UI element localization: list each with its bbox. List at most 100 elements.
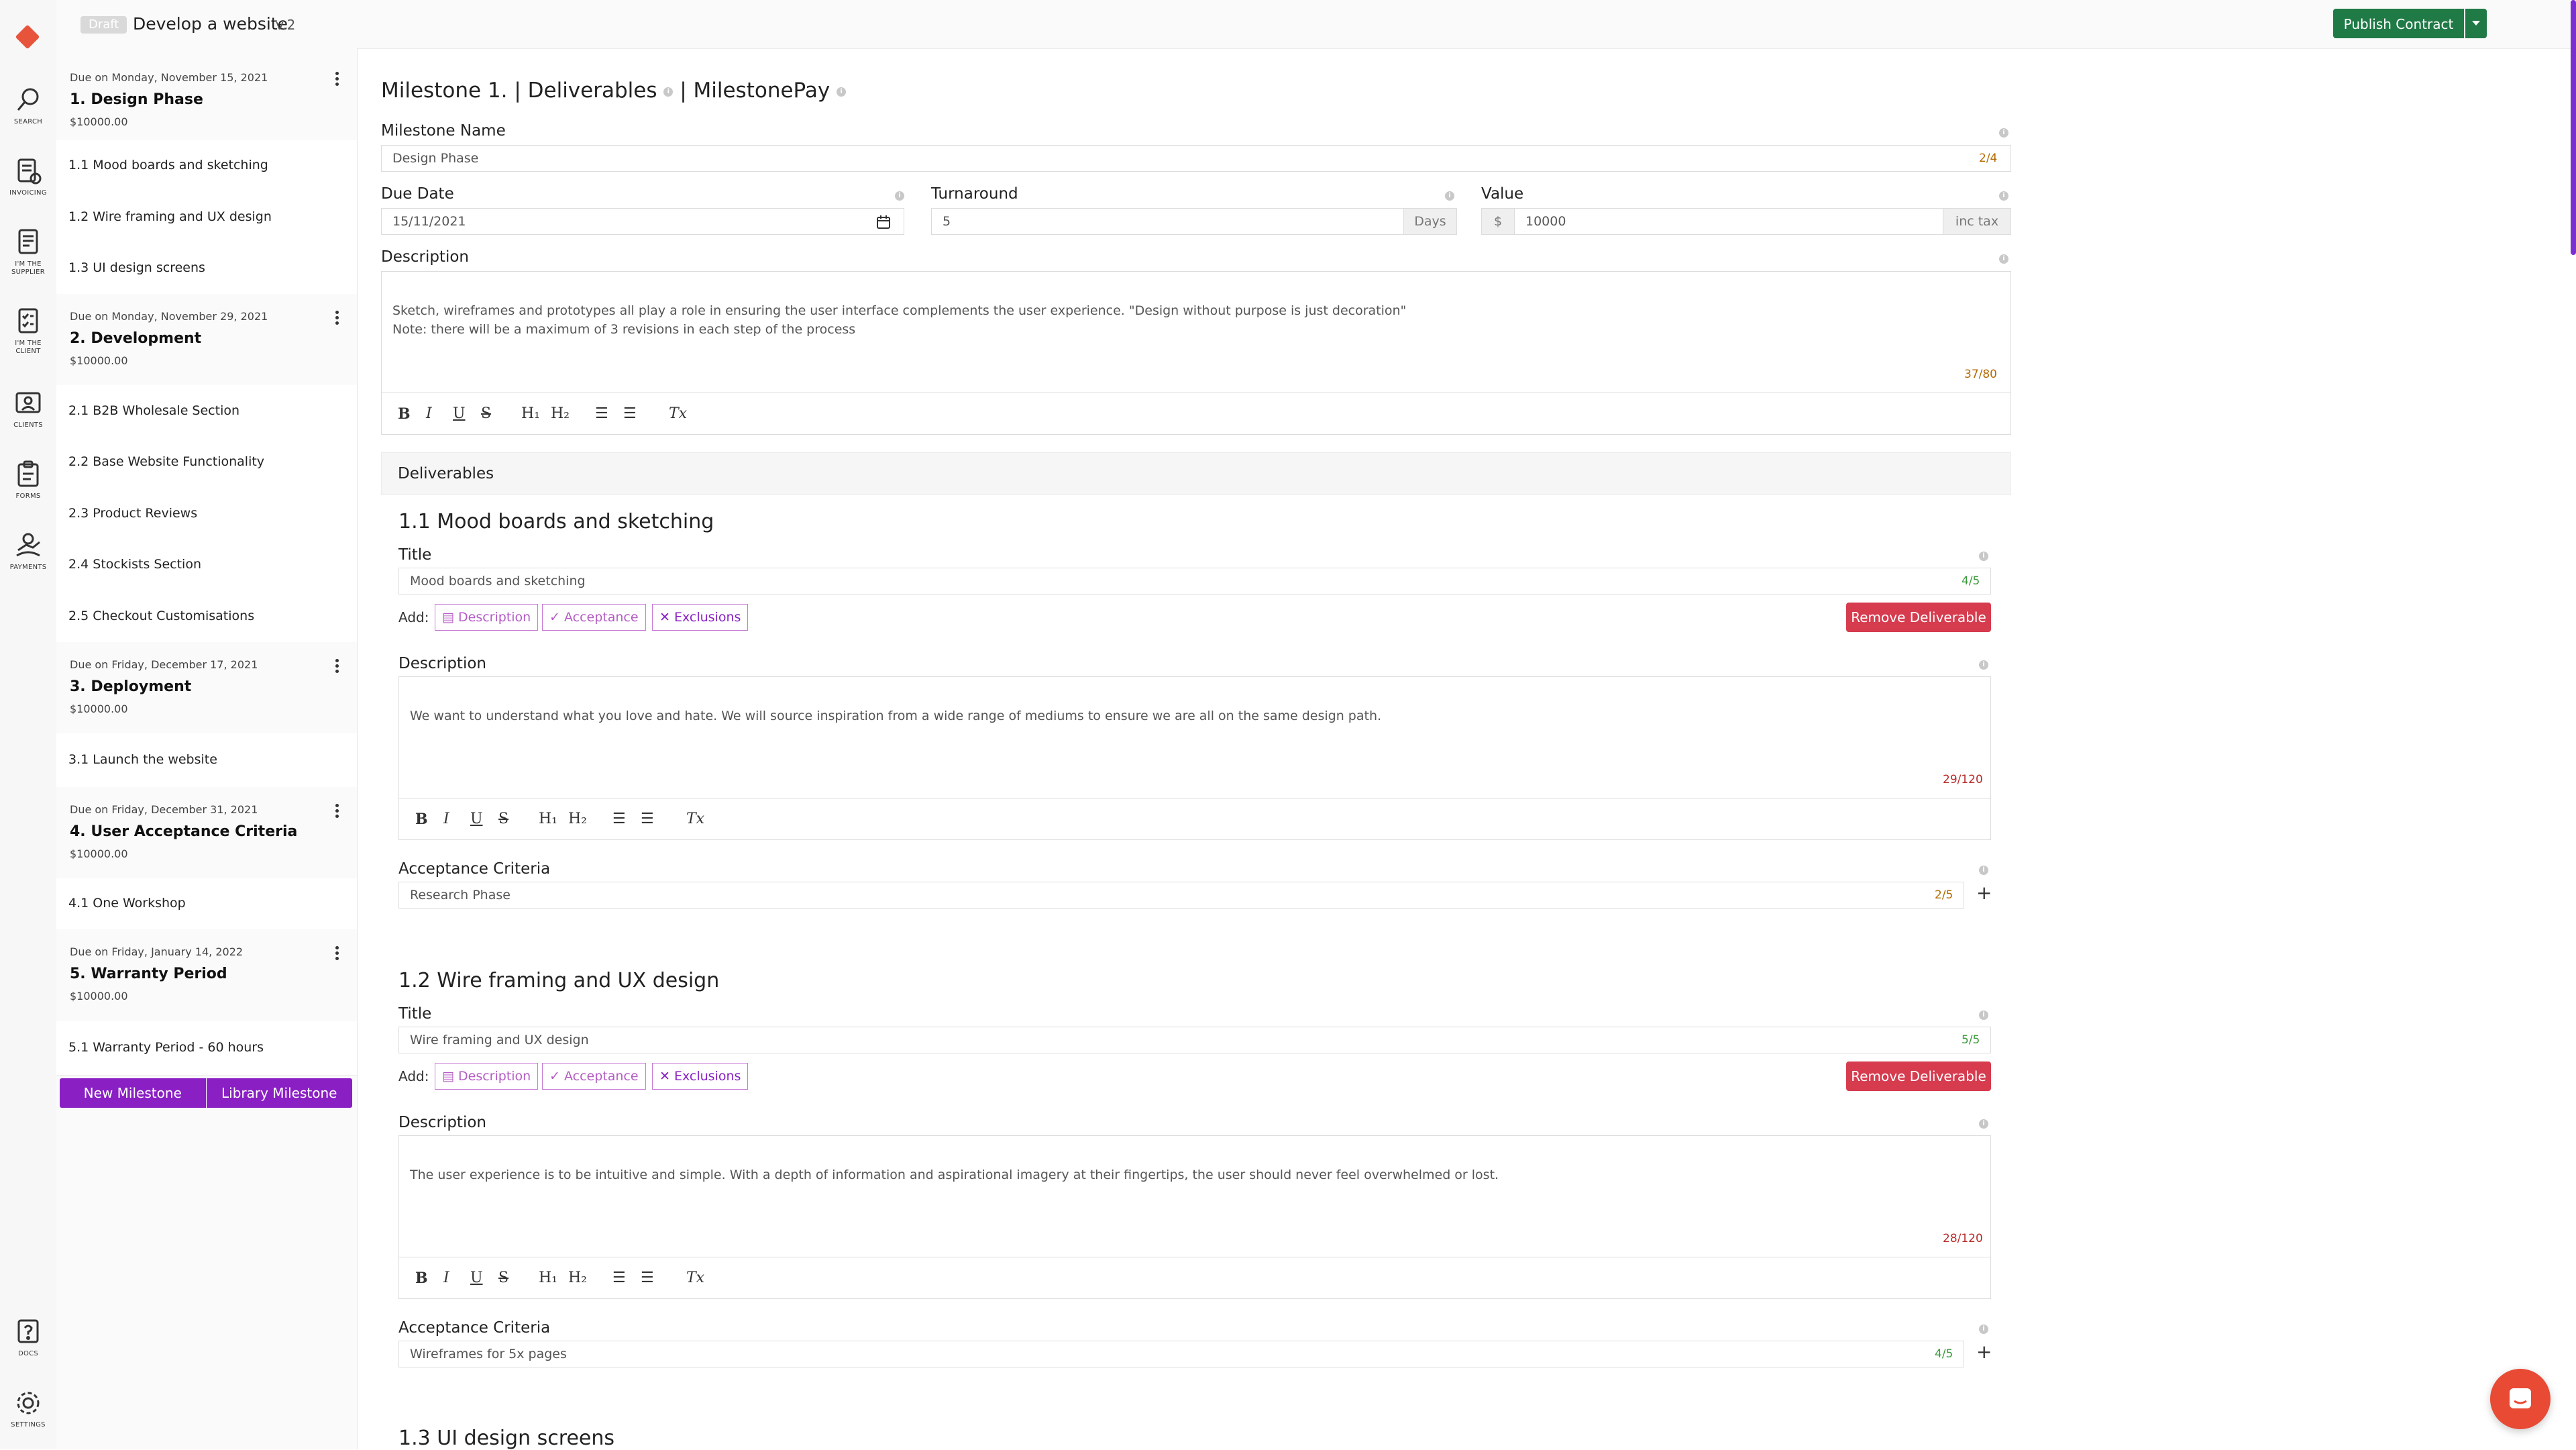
sidebar-deliverable-1-1[interactable]: 1.1 Mood boards and sketching <box>56 140 357 192</box>
milestone-menu-icon[interactable] <box>330 70 343 90</box>
info-icon[interactable]: i <box>895 191 904 201</box>
tab-milestone-pay[interactable]: MilestonePay <box>694 79 830 103</box>
sidebar-deliverable-3-1[interactable]: 3.1 Launch the website <box>56 733 357 788</box>
bold-button[interactable]: B <box>415 1270 428 1287</box>
sidebar-deliverable-1-3[interactable]: 1.3 UI design screens <box>56 243 357 295</box>
heading1-button[interactable]: H₁ <box>539 1270 557 1286</box>
info-icon[interactable]: i <box>1979 660 1988 670</box>
underline-button[interactable]: U <box>453 405 466 422</box>
ordered-list-icon[interactable]: ☰ <box>612 811 626 827</box>
publish-contract-button[interactable]: Publish Contract <box>2333 9 2464 38</box>
library-milestone-button[interactable]: Library Milestone <box>206 1078 352 1108</box>
add-criteria-plus-icon[interactable]: + <box>1976 1341 1992 1363</box>
info-icon[interactable]: i <box>1979 1011 1988 1020</box>
info-icon[interactable]: i <box>1979 552 1988 561</box>
brand-logo-icon[interactable] <box>13 23 42 51</box>
due-date-input[interactable]: 15/11/2021 <box>381 208 904 235</box>
ordered-list-icon[interactable]: ☰ <box>612 1270 626 1286</box>
rail-payments[interactable]: Payments <box>0 530 56 572</box>
milestone-menu-icon[interactable] <box>330 657 343 677</box>
publish-dropdown-chevron-icon[interactable] <box>2465 9 2487 38</box>
page-scrollbar[interactable] <box>2571 0 2576 255</box>
milestone-menu-icon[interactable] <box>330 802 343 822</box>
rail-forms[interactable]: Forms <box>0 459 56 501</box>
milestone-menu-icon[interactable] <box>330 309 343 329</box>
info-icon[interactable]: i <box>1445 191 1454 201</box>
info-icon[interactable]: i <box>837 87 847 97</box>
rail-search[interactable]: Search <box>0 85 56 126</box>
italic-button[interactable]: I <box>426 405 432 422</box>
info-icon[interactable]: i <box>1979 1119 1988 1129</box>
milestone-menu-icon[interactable] <box>330 944 343 964</box>
deliverable-title-input[interactable]: Mood boards and sketching <box>398 568 1991 594</box>
strikethrough-button[interactable]: S <box>481 405 491 422</box>
rail-supplier[interactable]: I'm the supplier <box>0 227 56 276</box>
strikethrough-button[interactable]: S <box>498 1270 508 1286</box>
sidebar-deliverable-2-4[interactable]: 2.4 Stockists Section <box>56 539 357 591</box>
sidebar-deliverable-4-1[interactable]: 4.1 One Workshop <box>56 878 357 930</box>
heading2-button[interactable]: H₂ <box>551 405 570 422</box>
sidebar-deliverable-2-1[interactable]: 2.1 B2B Wholesale Section <box>56 385 357 437</box>
bold-button[interactable]: B <box>398 405 411 423</box>
acceptance-criteria-input[interactable]: Research Phase <box>398 882 1964 909</box>
sidebar-deliverable-2-5[interactable]: 2.5 Checkout Customisations <box>56 590 357 643</box>
bullet-list-icon[interactable]: ☰ <box>641 811 654 827</box>
info-icon[interactable]: i <box>1999 254 2008 264</box>
info-icon[interactable]: i <box>663 87 674 97</box>
acceptance-criteria-input[interactable]: Wireframes for 5x pages <box>398 1341 1964 1367</box>
heading2-button[interactable]: H₂ <box>568 811 587 827</box>
milestone-card-1[interactable]: Due on Monday, November 15, 2021 1. Desi… <box>56 56 357 141</box>
add-acceptance-button[interactable]: ✓ Acceptance <box>542 604 646 631</box>
rail-invoicing[interactable]: Invoicing <box>0 156 56 197</box>
clear-format-icon[interactable]: Tx <box>669 405 687 422</box>
rail-docs[interactable]: Docs <box>0 1316 56 1358</box>
bold-button[interactable]: B <box>415 811 428 828</box>
underline-button[interactable]: U <box>470 1270 483 1286</box>
milestone-card-4[interactable]: Due on Friday, December 31, 2021 4. User… <box>56 787 357 879</box>
tab-deliverables[interactable]: Deliverables <box>528 79 657 103</box>
value-input[interactable]: 10000 <box>1514 208 1943 235</box>
info-icon[interactable]: i <box>1999 191 2008 201</box>
add-acceptance-button[interactable]: ✓ Acceptance <box>542 1063 646 1090</box>
remove-deliverable-button[interactable]: Remove Deliverable <box>1846 603 1991 632</box>
add-criteria-plus-icon[interactable]: + <box>1976 882 1992 904</box>
contract-title[interactable]: Develop a website <box>133 14 288 34</box>
info-icon[interactable]: i <box>1979 866 1988 875</box>
add-description-button[interactable]: ▤ Description <box>435 604 539 631</box>
bullet-list-icon[interactable]: ☰ <box>641 1270 654 1286</box>
heading1-button[interactable]: H₁ <box>521 405 540 422</box>
add-exclusions-button[interactable]: ✕ Exclusions <box>652 1063 749 1090</box>
milestone-card-2[interactable]: Due on Monday, November 29, 2021 2. Deve… <box>56 294 357 386</box>
milestone-card-5[interactable]: Due on Friday, January 14, 2022 5. Warra… <box>56 929 357 1022</box>
italic-button[interactable]: I <box>443 1270 449 1286</box>
deliverable-description-editor[interactable]: We want to understand what you love and … <box>398 676 1991 798</box>
add-description-button[interactable]: ▤ Description <box>435 1063 539 1090</box>
sidebar-deliverable-1-2[interactable]: 1.2 Wire framing and UX design <box>56 191 357 244</box>
remove-deliverable-button[interactable]: Remove Deliverable <box>1846 1061 1991 1091</box>
heading1-button[interactable]: H₁ <box>539 811 557 827</box>
sidebar-deliverable-2-3[interactable]: 2.3 Product Reviews <box>56 488 357 540</box>
sidebar-deliverable-2-2[interactable]: 2.2 Base Website Functionality <box>56 437 357 488</box>
turnaround-input[interactable]: 5 <box>931 208 1404 235</box>
underline-button[interactable]: U <box>470 811 483 827</box>
rail-settings[interactable]: Settings <box>0 1388 56 1429</box>
clear-format-icon[interactable]: Tx <box>686 811 704 827</box>
bullet-list-icon[interactable]: ☰ <box>623 405 637 422</box>
add-exclusions-button[interactable]: ✕ Exclusions <box>652 604 749 631</box>
info-icon[interactable]: i <box>1979 1325 1988 1334</box>
milestone-name-input[interactable]: Design Phase <box>381 145 2011 172</box>
rail-clients[interactable]: Clients <box>0 388 56 429</box>
sidebar-deliverable-5-1[interactable]: 5.1 Warranty Period - 60 hours <box>56 1021 357 1076</box>
strikethrough-button[interactable]: S <box>498 811 508 827</box>
chat-launcher-button[interactable] <box>2490 1369 2551 1429</box>
italic-button[interactable]: I <box>443 811 449 827</box>
heading2-button[interactable]: H₂ <box>568 1270 587 1286</box>
deliverable-title-input[interactable]: Wire framing and UX design <box>398 1027 1991 1053</box>
info-icon[interactable]: i <box>1999 128 2008 138</box>
deliverable-description-editor[interactable]: The user experience is to be intuitive a… <box>398 1135 1991 1257</box>
clear-format-icon[interactable]: Tx <box>686 1270 704 1286</box>
new-milestone-button[interactable]: New Milestone <box>60 1078 207 1108</box>
rail-client[interactable]: I'm the client <box>0 306 56 356</box>
ordered-list-icon[interactable]: ☰ <box>595 405 608 422</box>
calendar-icon[interactable] <box>876 215 891 229</box>
